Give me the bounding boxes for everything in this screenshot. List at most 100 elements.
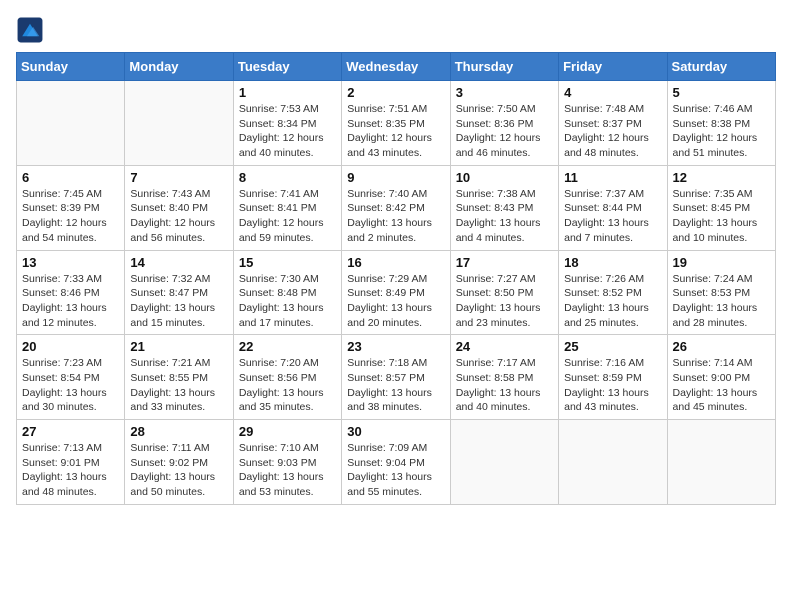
cell-info: Sunrise: 7:51 AMSunset: 8:35 PMDaylight:… <box>347 102 444 161</box>
weekday-header: Thursday <box>450 53 558 81</box>
weekday-header: Monday <box>125 53 233 81</box>
day-number: 21 <box>130 339 227 354</box>
cell-info: Sunrise: 7:18 AMSunset: 8:57 PMDaylight:… <box>347 356 444 415</box>
calendar-cell: 7 Sunrise: 7:43 AMSunset: 8:40 PMDaylight… <box>125 165 233 250</box>
calendar-cell: 26 Sunrise: 7:14 AMSunset: 9:00 PMDayligh… <box>667 335 775 420</box>
logo-icon <box>16 16 44 44</box>
calendar-cell: 2 Sunrise: 7:51 AMSunset: 8:35 PMDaylight… <box>342 81 450 166</box>
calendar-cell: 20 Sunrise: 7:23 AMSunset: 8:54 PMDayligh… <box>17 335 125 420</box>
cell-info: Sunrise: 7:24 AMSunset: 8:53 PMDaylight:… <box>673 272 770 331</box>
day-number: 16 <box>347 255 444 270</box>
cell-info: Sunrise: 7:27 AMSunset: 8:50 PMDaylight:… <box>456 272 553 331</box>
cell-info: Sunrise: 7:38 AMSunset: 8:43 PMDaylight:… <box>456 187 553 246</box>
logo <box>16 16 48 44</box>
day-number: 23 <box>347 339 444 354</box>
calendar-cell: 9 Sunrise: 7:40 AMSunset: 8:42 PMDaylight… <box>342 165 450 250</box>
cell-info: Sunrise: 7:48 AMSunset: 8:37 PMDaylight:… <box>564 102 661 161</box>
calendar-cell: 27 Sunrise: 7:13 AMSunset: 9:01 PMDayligh… <box>17 420 125 505</box>
calendar-cell: 8 Sunrise: 7:41 AMSunset: 8:41 PMDaylight… <box>233 165 341 250</box>
day-number: 19 <box>673 255 770 270</box>
cell-info: Sunrise: 7:30 AMSunset: 8:48 PMDaylight:… <box>239 272 336 331</box>
cell-info: Sunrise: 7:21 AMSunset: 8:55 PMDaylight:… <box>130 356 227 415</box>
weekday-header: Tuesday <box>233 53 341 81</box>
calendar-table: SundayMondayTuesdayWednesdayThursdayFrid… <box>16 52 776 505</box>
cell-info: Sunrise: 7:14 AMSunset: 9:00 PMDaylight:… <box>673 356 770 415</box>
calendar-cell: 15 Sunrise: 7:30 AMSunset: 8:48 PMDayligh… <box>233 250 341 335</box>
calendar-cell: 17 Sunrise: 7:27 AMSunset: 8:50 PMDayligh… <box>450 250 558 335</box>
calendar-cell: 19 Sunrise: 7:24 AMSunset: 8:53 PMDayligh… <box>667 250 775 335</box>
cell-info: Sunrise: 7:23 AMSunset: 8:54 PMDaylight:… <box>22 356 119 415</box>
calendar-cell: 10 Sunrise: 7:38 AMSunset: 8:43 PMDayligh… <box>450 165 558 250</box>
cell-info: Sunrise: 7:53 AMSunset: 8:34 PMDaylight:… <box>239 102 336 161</box>
calendar-cell: 4Sunrise: 7:48 AMSunset: 8:37 PMDaylight… <box>559 81 667 166</box>
day-number: 2 <box>347 85 444 100</box>
day-number: 27 <box>22 424 119 439</box>
calendar-cell: 16 Sunrise: 7:29 AMSunset: 8:49 PMDayligh… <box>342 250 450 335</box>
calendar-cell: 21 Sunrise: 7:21 AMSunset: 8:55 PMDayligh… <box>125 335 233 420</box>
cell-info: Sunrise: 7:41 AMSunset: 8:41 PMDaylight:… <box>239 187 336 246</box>
cell-info: Sunrise: 7:43 AMSunset: 8:40 PMDaylight:… <box>130 187 227 246</box>
cell-info: Sunrise: 7:46 AMSunset: 8:38 PMDaylight:… <box>673 102 770 161</box>
day-number: 20 <box>22 339 119 354</box>
weekday-header: Friday <box>559 53 667 81</box>
day-number: 28 <box>130 424 227 439</box>
calendar-cell: 29 Sunrise: 7:10 AMSunset: 9:03 PMDayligh… <box>233 420 341 505</box>
cell-info: Sunrise: 7:11 AMSunset: 9:02 PMDaylight:… <box>130 441 227 500</box>
day-number: 8 <box>239 170 336 185</box>
day-number: 7 <box>130 170 227 185</box>
cell-info: Sunrise: 7:35 AMSunset: 8:45 PMDaylight:… <box>673 187 770 246</box>
day-number: 9 <box>347 170 444 185</box>
day-number: 10 <box>456 170 553 185</box>
cell-info: Sunrise: 7:16 AMSunset: 8:59 PMDaylight:… <box>564 356 661 415</box>
calendar-cell: 12 Sunrise: 7:35 AMSunset: 8:45 PMDayligh… <box>667 165 775 250</box>
day-number: 1 <box>239 85 336 100</box>
day-number: 12 <box>673 170 770 185</box>
cell-info: Sunrise: 7:50 AMSunset: 8:36 PMDaylight:… <box>456 102 553 161</box>
cell-info: Sunrise: 7:20 AMSunset: 8:56 PMDaylight:… <box>239 356 336 415</box>
calendar-cell <box>667 420 775 505</box>
day-number: 26 <box>673 339 770 354</box>
calendar-cell: 22 Sunrise: 7:20 AMSunset: 8:56 PMDayligh… <box>233 335 341 420</box>
cell-info: Sunrise: 7:26 AMSunset: 8:52 PMDaylight:… <box>564 272 661 331</box>
weekday-header: Wednesday <box>342 53 450 81</box>
calendar-cell: 5 Sunrise: 7:46 AMSunset: 8:38 PMDaylight… <box>667 81 775 166</box>
calendar-cell: 25Sunrise: 7:16 AMSunset: 8:59 PMDayligh… <box>559 335 667 420</box>
calendar-cell: 18 Sunrise: 7:26 AMSunset: 8:52 PMDayligh… <box>559 250 667 335</box>
cell-info: Sunrise: 7:10 AMSunset: 9:03 PMDaylight:… <box>239 441 336 500</box>
day-number: 14 <box>130 255 227 270</box>
calendar-cell: 28 Sunrise: 7:11 AMSunset: 9:02 PMDayligh… <box>125 420 233 505</box>
cell-info: Sunrise: 7:13 AMSunset: 9:01 PMDaylight:… <box>22 441 119 500</box>
weekday-header: Sunday <box>17 53 125 81</box>
day-number: 15 <box>239 255 336 270</box>
cell-info: Sunrise: 7:37 AMSunset: 8:44 PMDaylight:… <box>564 187 661 246</box>
day-number: 5 <box>673 85 770 100</box>
day-number: 29 <box>239 424 336 439</box>
calendar-cell: 11 Sunrise: 7:37 AMSunset: 8:44 PMDayligh… <box>559 165 667 250</box>
calendar-cell: 1 Sunrise: 7:53 AMSunset: 8:34 PMDaylight… <box>233 81 341 166</box>
day-number: 24 <box>456 339 553 354</box>
weekday-header: Saturday <box>667 53 775 81</box>
calendar-cell: 14 Sunrise: 7:32 AMSunset: 8:47 PMDayligh… <box>125 250 233 335</box>
day-number: 3 <box>456 85 553 100</box>
cell-info: Sunrise: 7:32 AMSunset: 8:47 PMDaylight:… <box>130 272 227 331</box>
cell-info: Sunrise: 7:09 AMSunset: 9:04 PMDaylight:… <box>347 441 444 500</box>
calendar-cell <box>450 420 558 505</box>
cell-info: Sunrise: 7:45 AMSunset: 8:39 PMDaylight:… <box>22 187 119 246</box>
day-number: 22 <box>239 339 336 354</box>
cell-info: Sunrise: 7:29 AMSunset: 8:49 PMDaylight:… <box>347 272 444 331</box>
calendar-cell <box>125 81 233 166</box>
calendar-cell: 6Sunrise: 7:45 AMSunset: 8:39 PMDaylight… <box>17 165 125 250</box>
day-number: 11 <box>564 170 661 185</box>
page-header <box>16 16 776 44</box>
calendar-cell <box>559 420 667 505</box>
day-number: 17 <box>456 255 553 270</box>
day-number: 30 <box>347 424 444 439</box>
calendar-cell: 13Sunrise: 7:33 AMSunset: 8:46 PMDayligh… <box>17 250 125 335</box>
calendar-cell: 3 Sunrise: 7:50 AMSunset: 8:36 PMDaylight… <box>450 81 558 166</box>
day-number: 18 <box>564 255 661 270</box>
calendar-cell: 30 Sunrise: 7:09 AMSunset: 9:04 PMDayligh… <box>342 420 450 505</box>
calendar-cell: 24 Sunrise: 7:17 AMSunset: 8:58 PMDayligh… <box>450 335 558 420</box>
day-number: 13 <box>22 255 119 270</box>
cell-info: Sunrise: 7:17 AMSunset: 8:58 PMDaylight:… <box>456 356 553 415</box>
cell-info: Sunrise: 7:40 AMSunset: 8:42 PMDaylight:… <box>347 187 444 246</box>
